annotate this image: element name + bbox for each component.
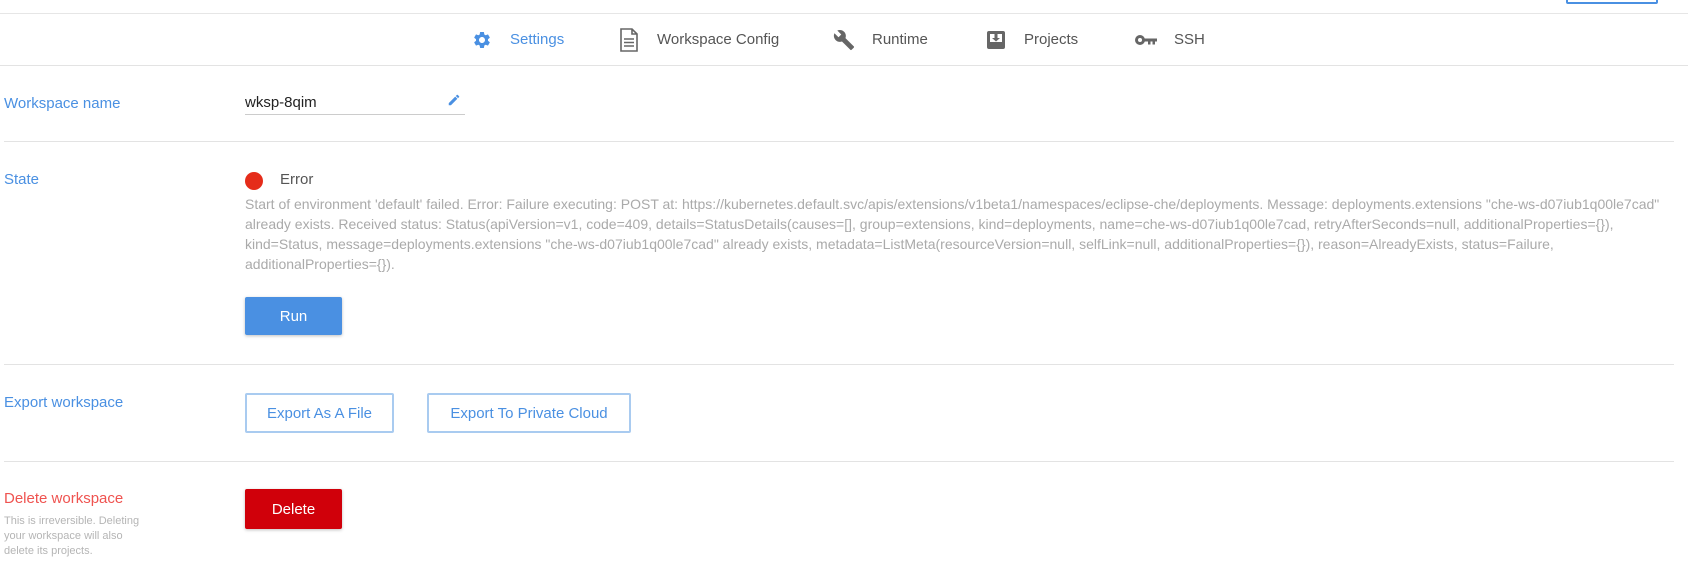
workspace-name-input[interactable] [245,92,435,112]
document-icon [617,27,641,52]
tab-label: Projects [1024,31,1079,48]
run-button[interactable]: Run [245,297,342,335]
tab-ssh[interactable]: SSH [1134,14,1205,65]
top-action-button[interactable] [1566,0,1658,4]
tab-label: SSH [1174,31,1205,48]
state-label: State [4,171,40,188]
download-box-icon [984,28,1008,52]
workspace-name-label: Workspace name [4,95,121,112]
pencil-icon[interactable] [447,93,461,107]
state-status-text: Error [280,171,314,188]
delete-workspace-label: Delete workspace [4,490,124,507]
export-as-file-button[interactable]: Export As A File [245,393,394,433]
tab-label: Workspace Config [657,31,780,48]
gear-icon [470,28,494,52]
error-status-indicator [245,172,263,190]
tab-runtime[interactable]: Runtime [832,14,928,65]
delete-help-text: This is irreversible. Deleting your work… [4,515,140,557]
section-divider [4,364,1674,365]
workspace-details-page: Settings Workspace Config Runtime Projec… [0,0,1688,585]
tab-settings[interactable]: Settings [470,14,564,65]
state-error-message: Start of environment 'default' failed. E… [245,196,1660,272]
workspace-name-field [245,92,465,115]
section-divider [4,461,1674,462]
delete-button[interactable]: Delete [245,489,342,529]
tab-bar: Settings Workspace Config Runtime Projec… [0,14,1688,66]
wrench-icon [832,28,856,52]
key-icon [1134,28,1158,52]
tab-projects[interactable]: Projects [984,14,1078,65]
export-to-private-cloud-button[interactable]: Export To Private Cloud [427,393,631,433]
export-workspace-label: Export workspace [4,394,124,411]
section-divider [4,141,1674,142]
tab-label: Runtime [872,31,928,48]
tab-workspace-config[interactable]: Workspace Config [617,14,779,65]
tab-label: Settings [510,31,565,48]
